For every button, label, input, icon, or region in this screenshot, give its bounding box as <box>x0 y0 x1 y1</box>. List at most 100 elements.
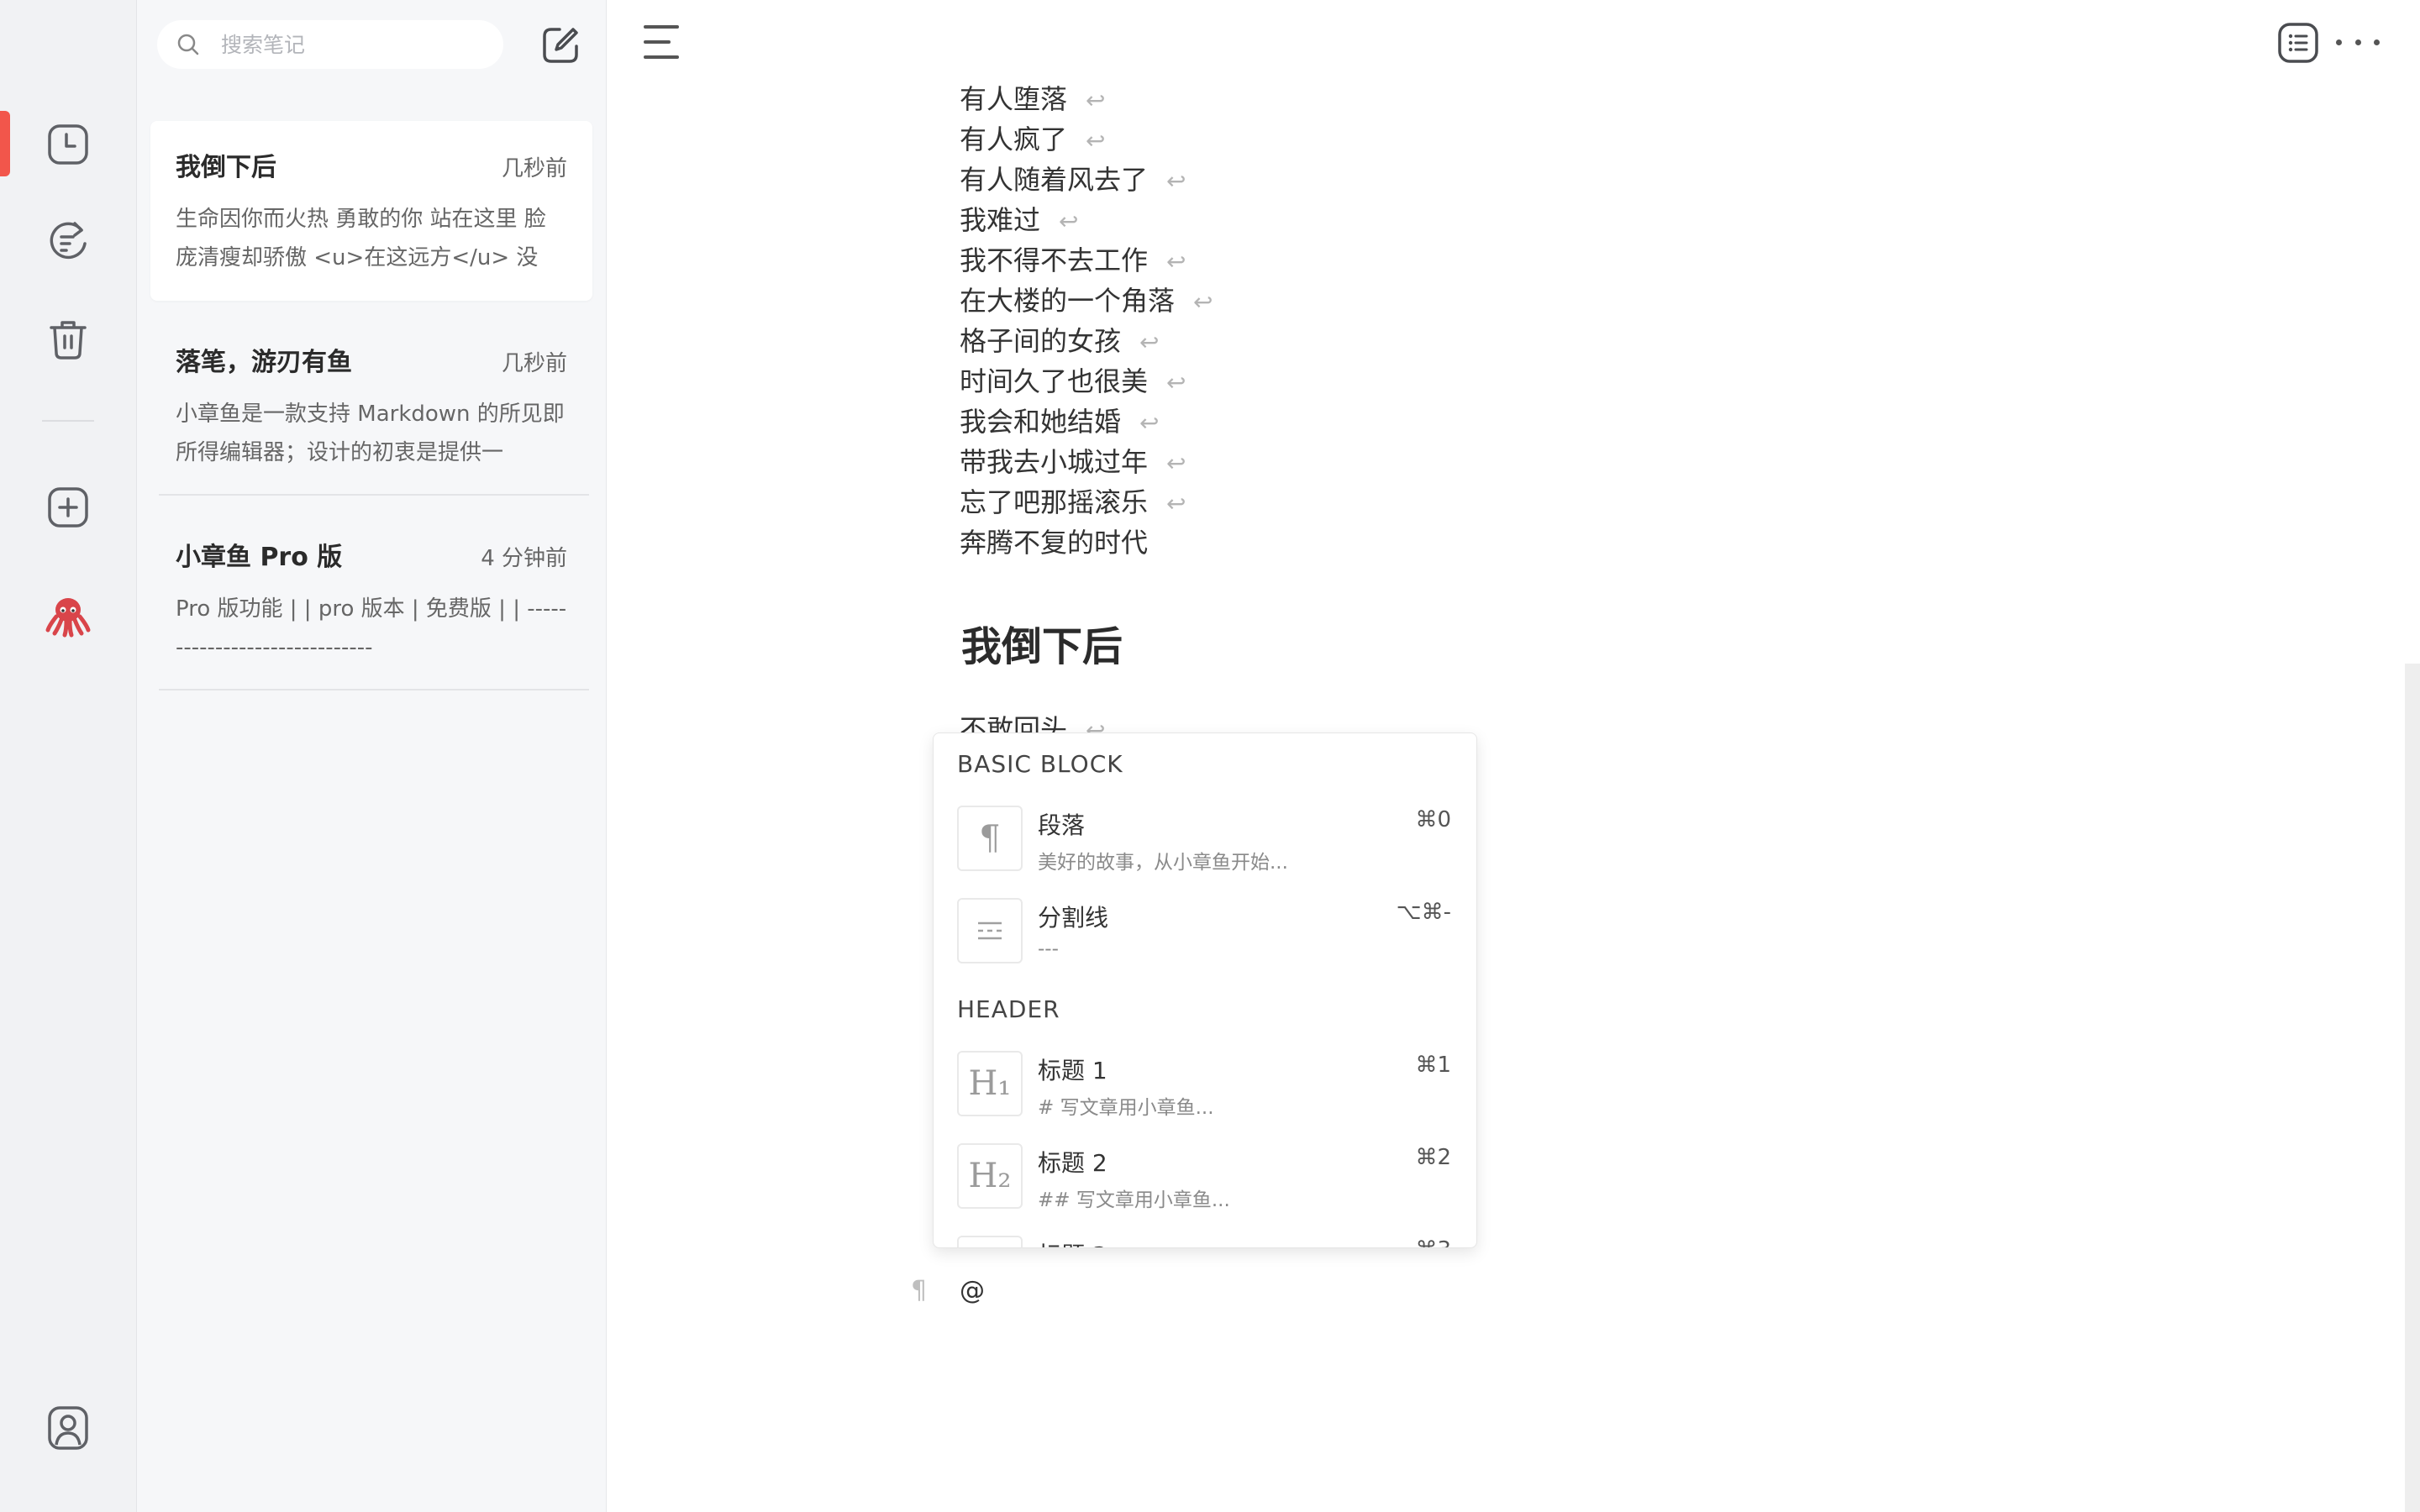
line-text: 格子间的女孩 <box>960 325 1122 357</box>
line-text: 有人疯了 <box>960 123 1068 155</box>
editor-line[interactable]: 时间久了也很美 ↩ <box>960 361 1213 402</box>
card-divider <box>159 689 589 690</box>
menu-item-desc: ## 写文章用小章鱼... <box>1038 1189 1230 1211</box>
return-icon: ↩ <box>1139 409 1160 437</box>
clock-icon <box>48 124 88 165</box>
line-text: 在大楼的一个角落 <box>960 285 1176 317</box>
note-excerpt: 小章鱼是一款支持 Markdown 的所见即所得编辑器；设计的初衷是提供一 <box>176 402 565 465</box>
line-text: 时间久了也很美 <box>960 365 1149 397</box>
editor-line[interactable]: 有人堕落 ↩ <box>960 79 1213 119</box>
notes-button[interactable] <box>34 208 102 276</box>
editor-lines[interactable]: 有人堕落 ↩ 有人疯了 ↩ 有人随着风去了 ↩ 我难过 ↩ 我不得不去工作 ↩ 在大楼的一个角落 ↩ 格… <box>960 79 1213 563</box>
return-icon: ↩ <box>1086 87 1106 114</box>
editor-line[interactable]: 有人疯了 ↩ <box>960 119 1213 160</box>
recent-notes-button[interactable] <box>34 111 102 178</box>
scrollbar[interactable] <box>2405 664 2420 1512</box>
search-input[interactable] <box>219 31 492 58</box>
octopus-icon <box>45 598 91 638</box>
line-text: 带我去小城过年 <box>960 446 1149 478</box>
outline-icon[interactable] <box>2277 22 2319 64</box>
note-excerpt: Pro 版功能 | | pro 版本 | 免费版 | | -----------… <box>176 596 567 660</box>
editor-line[interactable]: 格子间的女孩 ↩ <box>960 321 1213 361</box>
app-rail <box>0 0 137 1512</box>
line-text: 我会和她结婚 <box>960 406 1122 438</box>
return-icon: ↩ <box>1166 248 1186 276</box>
editor-line[interactable]: 在大楼的一个角落 ↩ <box>960 281 1213 321</box>
trash-icon <box>50 321 87 360</box>
editor-line[interactable]: 我会和她结婚 ↩ <box>960 402 1213 442</box>
more-dot <box>2336 39 2342 45</box>
editor-line[interactable]: 我不得不去工作 ↩ <box>960 240 1213 281</box>
account-button[interactable] <box>34 1394 102 1462</box>
line-text: 有人随着风去了 <box>960 164 1149 196</box>
editor-line[interactable]: 忘了吧那摇滚乐 ↩ <box>960 482 1213 522</box>
note-card[interactable]: 我倒下后 几秒前 生命因你而火热 勇敢的你 站在这里 脸庞清瘦却骄傲 <u>在这… <box>150 121 592 301</box>
line-text: 奔腾不复的时代 <box>960 527 1149 559</box>
menu-item-label: 标题 3 <box>1038 1237 1107 1247</box>
editor-line[interactable]: 不敢回头 ↩ <box>960 709 1105 734</box>
menu-item-heading-2[interactable]: H₂ 标题 2 ## 写文章用小章鱼... ⌘2 <box>957 1142 1451 1211</box>
line-text: 有人堕落 <box>960 83 1068 115</box>
notes-sync-icon <box>50 222 87 260</box>
menu-item-paragraph[interactable]: ¶ 段落 美好的故事，从小章鱼开始... ⌘0 <box>957 804 1451 874</box>
return-icon: ↩ <box>1166 490 1186 517</box>
menu-item-desc: 美好的故事，从小章鱼开始... <box>1038 852 1288 874</box>
note-time: 4 分钟前 <box>481 546 567 571</box>
menu-item-shortcut: ⌘3 <box>1415 1237 1451 1247</box>
menu-item-shortcut: ⌥⌘- <box>1396 900 1451 925</box>
trash-button[interactable] <box>34 306 102 373</box>
menu-item-shortcut: ⌘2 <box>1415 1145 1451 1170</box>
rail-divider <box>42 420 94 422</box>
menu-item-heading-1[interactable]: H₁ 标题 1 # 写文章用小章鱼... ⌘1 <box>957 1049 1451 1119</box>
editor-line[interactable]: 奔腾不复的时代 <box>960 522 1213 563</box>
more-dot <box>2374 39 2380 45</box>
active-indicator <box>0 111 10 176</box>
heading-2-icon: H₂ <box>957 1143 1023 1209</box>
line-text: 不敢回头 <box>960 713 1068 734</box>
heading-1[interactable]: 我倒下后 <box>961 613 1123 672</box>
paragraph-icon: ¶ <box>911 1275 928 1305</box>
note-time: 几秒前 <box>501 351 567 376</box>
return-icon: ↩ <box>1139 328 1160 356</box>
note-title: 落笔，游刃有鱼 <box>176 348 352 377</box>
note-card[interactable]: 小章鱼 Pro 版 4 分钟前 Pro 版功能 | | pro 版本 | 免费版… <box>150 511 592 690</box>
editor-area: 有人堕落 ↩ 有人疯了 ↩ 有人随着风去了 ↩ 我难过 ↩ 我不得不去工作 ↩ 在大楼的一个角落 ↩ 格… <box>607 0 2420 1512</box>
editor-line[interactable]: 带我去小城过年 ↩ <box>960 442 1213 482</box>
sidebar-toggle-button[interactable] <box>644 24 686 60</box>
return-icon: ↩ <box>1166 449 1186 477</box>
line-text: 我不得不去工作 <box>960 244 1149 276</box>
new-note-button[interactable] <box>537 22 584 69</box>
editor-line[interactable]: 我难过 ↩ <box>960 200 1213 240</box>
menu-item-shortcut: ⌘1 <box>1415 1053 1451 1078</box>
user-icon <box>48 1406 88 1450</box>
search-box[interactable] <box>157 20 503 69</box>
more-dot <box>2354 39 2361 45</box>
section-title: BASIC BLOCK <box>957 750 1123 778</box>
return-icon: ↩ <box>1166 167 1186 195</box>
return-icon: ↩ <box>1086 127 1106 155</box>
search-icon <box>177 34 199 55</box>
note-list-panel: 我倒下后 几秒前 生命因你而火热 勇敢的你 站在这里 脸庞清瘦却骄傲 <u>在这… <box>137 0 607 1512</box>
card-divider <box>159 494 589 496</box>
editor-line[interactable]: 有人随着风去了 ↩ <box>960 160 1213 200</box>
current-text: @ <box>960 1275 985 1305</box>
octopus-button[interactable] <box>34 581 102 648</box>
add-button[interactable] <box>34 474 102 541</box>
block-insert-menu: BASIC BLOCK ¶ 段落 美好的故事，从小章鱼开始... ⌘0 分割线 … <box>933 732 1477 1248</box>
note-card[interactable]: 落笔，游刃有鱼 几秒前 小章鱼是一款支持 Markdown 的所见即所得编辑器；… <box>150 316 592 496</box>
more-options-button[interactable] <box>2336 25 2380 59</box>
menu-item-label: 段落 <box>1038 811 1086 839</box>
menu-icon-bar <box>644 40 671 44</box>
heading-1-icon: H₁ <box>957 1051 1023 1116</box>
menu-item-heading-3[interactable]: H₃ 标题 3 ⌘3 <box>957 1234 1451 1247</box>
menu-item-label: 标题 1 <box>1038 1057 1107 1084</box>
divider-icon <box>957 898 1023 963</box>
current-block[interactable]: ¶ @ <box>911 1270 985 1310</box>
menu-item-desc: --- <box>1038 938 1059 960</box>
menu-icon-bar <box>644 25 679 29</box>
note-excerpt: 生命因你而火热 勇敢的你 站在这里 脸庞清瘦却骄傲 <u>在这远方</u> 没 <box>176 207 546 270</box>
compose-icon <box>543 28 578 63</box>
menu-item-shortcut: ⌘0 <box>1415 807 1451 832</box>
menu-icon-bar <box>644 55 679 59</box>
menu-item-divider[interactable]: 分割线 --- ⌥⌘- <box>957 896 1451 965</box>
